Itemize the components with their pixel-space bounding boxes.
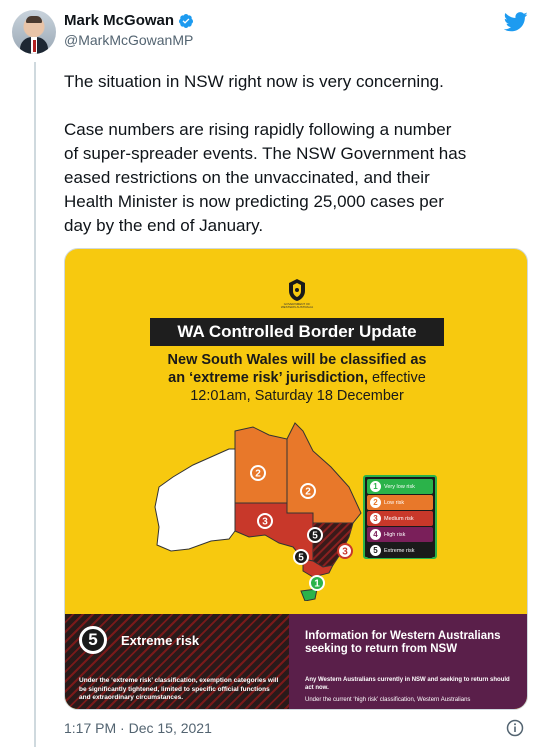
- twitter-bird-icon[interactable]: [504, 12, 528, 32]
- border-update-banner: WA Controlled Border Update: [150, 318, 444, 346]
- map-tas: [300, 588, 318, 601]
- map-wa: [154, 448, 236, 552]
- extreme-risk-panel: 5 Extreme risk Under the ‘extreme risk’ …: [65, 614, 289, 709]
- map-qld: [286, 422, 362, 524]
- verified-badge-icon: [179, 13, 194, 28]
- tweet-image[interactable]: GOVERNMENT OF WESTERN AUSTRALIA WA Contr…: [64, 248, 528, 710]
- wa-government-crest-icon: [289, 279, 305, 301]
- extreme-risk-number: 5: [79, 626, 107, 654]
- map-nt: [234, 426, 288, 504]
- extreme-risk-body: Under the ‘extreme risk’ classification,…: [79, 677, 279, 701]
- legend-label: High risk: [384, 531, 406, 538]
- map-label-nsw: 5: [312, 531, 318, 542]
- announcement: New South Wales will be classified as an…: [105, 351, 489, 405]
- author-handle[interactable]: @MarkMcGowanMP: [64, 32, 193, 48]
- return-info-body-1: Any Western Australians currently in NSW…: [305, 677, 510, 691]
- return-info-body-2: Under the current ‘high risk’ classifica…: [305, 697, 471, 703]
- return-info-panel: Information for Western Australians seek…: [289, 614, 527, 709]
- legend-number: 2: [370, 497, 381, 508]
- map-label-act: 5: [298, 553, 304, 564]
- legend-number: 1: [370, 481, 381, 492]
- legend-number: 3: [370, 513, 381, 524]
- australia-risk-map: 2 2 3 5 5 3 1: [154, 422, 362, 601]
- crest-caption: GOVERNMENT OF WESTERN AUSTRALIA: [280, 302, 314, 309]
- legend-number: 5: [370, 545, 381, 556]
- map-label-qld: 2: [305, 487, 311, 498]
- tweet-paragraph-2: Case numbers are rising rapidly followin…: [64, 120, 467, 235]
- tweet-text: The situation in NSW right now is very c…: [64, 70, 530, 238]
- avatar[interactable]: [12, 10, 56, 54]
- author-name[interactable]: Mark McGowan: [64, 12, 174, 29]
- announcement-line-3: 12:01am, Saturday 18 December: [190, 388, 404, 404]
- risk-legend: 1 Very low risk 2 Low risk 3 Medium risk…: [363, 475, 437, 559]
- legend-label: Extreme risk: [384, 547, 415, 554]
- legend-item: 3 Medium risk: [367, 511, 433, 526]
- map-label-vic: 3: [342, 547, 348, 558]
- announcement-line-1: New South Wales will be classified as: [167, 352, 427, 368]
- legend-item: 4 High risk: [367, 527, 433, 542]
- legend-item: 2 Low risk: [367, 495, 433, 510]
- legend-label: Medium risk: [384, 515, 414, 522]
- announcement-line-2: effective: [368, 370, 426, 386]
- thread-line: [34, 62, 36, 747]
- map-label-sa: 3: [262, 517, 268, 528]
- legend-label: Low risk: [384, 499, 405, 506]
- tweet-header: Mark McGowan @MarkMcGowanMP: [12, 10, 532, 54]
- tweet-paragraph-1: The situation in NSW right now is very c…: [64, 72, 444, 91]
- info-icon[interactable]: [506, 719, 524, 737]
- announcement-line-2-bold: an ‘extreme risk’ jurisdiction,: [168, 370, 369, 386]
- extreme-risk-title: Extreme risk: [121, 633, 200, 648]
- author-name-row[interactable]: Mark McGowan: [64, 12, 194, 29]
- legend-label: Very low risk: [384, 483, 415, 490]
- tweet-timestamp[interactable]: 1:17 PM · Dec 15, 2021: [64, 720, 212, 736]
- return-info-title: Information for Western Australians seek…: [305, 630, 501, 655]
- map-label-nt: 2: [255, 469, 261, 480]
- legend-number: 4: [370, 529, 381, 540]
- map-label-tas: 1: [314, 579, 320, 590]
- legend-item: 1 Very low risk: [367, 479, 433, 494]
- legend-item: 5 Extreme risk: [367, 543, 433, 558]
